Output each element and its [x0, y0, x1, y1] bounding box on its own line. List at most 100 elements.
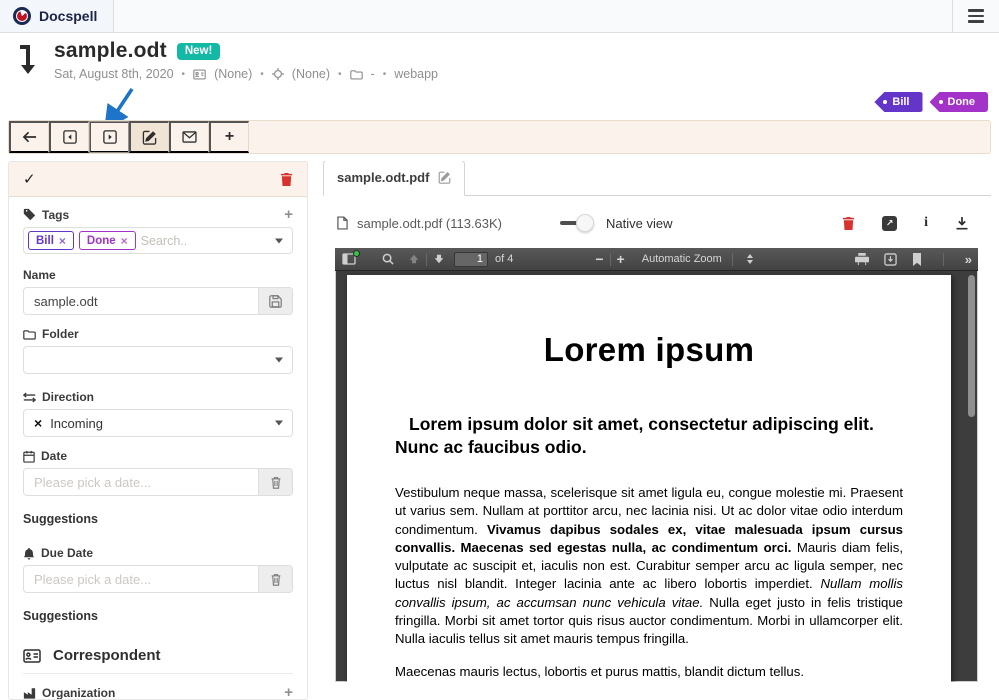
- next-item-button[interactable]: [89, 121, 129, 153]
- tag-dot-icon: [939, 100, 943, 104]
- pdf-sidebar-toggle-button[interactable]: [342, 253, 356, 265]
- pdf-page-count: of 4: [495, 253, 513, 265]
- trash-icon: [270, 573, 282, 586]
- bell-icon: [23, 547, 35, 560]
- pdf-prev-page-button[interactable]: [408, 253, 420, 265]
- attachment-tab-bar: sample.odt.pdf: [323, 161, 991, 196]
- tab-sample-odt-pdf[interactable]: sample.odt.pdf: [323, 161, 465, 196]
- edit-mode-button[interactable]: [129, 121, 169, 153]
- chevron-down-icon[interactable]: [275, 238, 283, 243]
- bars-icon: [968, 9, 984, 12]
- date-suggestions-label: Suggestions: [23, 512, 293, 526]
- rename-attachment-icon[interactable]: [438, 171, 451, 184]
- pdf-next-page-button[interactable]: [433, 253, 445, 265]
- tags-multiselect[interactable]: Bill × Done × Search..: [23, 227, 293, 254]
- tag-badge-done[interactable]: Done: [930, 92, 989, 112]
- direction-value: Incoming: [50, 416, 103, 431]
- brand[interactable]: Docspell: [0, 0, 114, 32]
- delete-attachment-button[interactable]: [842, 216, 855, 231]
- document-meta: Sat, August 8th, 2020 • (None) • (None) …: [54, 67, 438, 81]
- tag-chip-done[interactable]: Done ×: [79, 231, 136, 250]
- clear-direction-icon[interactable]: ×: [34, 415, 42, 431]
- tags-label: Tags: [42, 208, 69, 222]
- brand-name: Docspell: [39, 8, 97, 24]
- pdf-download-button[interactable]: [884, 253, 897, 266]
- prev-item-button[interactable]: [49, 121, 89, 153]
- pdf-page-input[interactable]: [454, 252, 488, 267]
- exchange-icon: [23, 392, 36, 403]
- bullet-separator: •: [260, 69, 264, 80]
- tags-icon: [23, 208, 36, 221]
- calendar-icon: [23, 450, 35, 463]
- pdf-more-tools-button[interactable]: »: [965, 252, 971, 267]
- meta-folder: -: [371, 67, 375, 81]
- item-action-toolbar: +: [8, 120, 991, 154]
- top-navbar: Docspell: [0, 0, 999, 33]
- tag-dot-icon: [883, 100, 887, 104]
- pdf-toolbar: of 4 − + Automatic Zoom: [335, 248, 978, 271]
- industry-icon: [23, 687, 36, 699]
- pdf-scrollbar-thumb[interactable]: [968, 275, 975, 417]
- confirm-check-icon[interactable]: ✓: [23, 170, 36, 188]
- add-tag-button[interactable]: +: [284, 207, 293, 222]
- pdf-search-button[interactable]: [382, 253, 394, 265]
- due-date-input[interactable]: [24, 566, 258, 592]
- name-input[interactable]: [24, 288, 258, 314]
- remove-tag-icon[interactable]: ×: [121, 234, 128, 248]
- pdf-bookmark-button[interactable]: [912, 253, 922, 266]
- menu-button[interactable]: [952, 0, 999, 32]
- add-organization-button[interactable]: +: [284, 685, 293, 700]
- native-view-label: Native view: [606, 216, 672, 231]
- delete-item-button[interactable]: [280, 172, 293, 187]
- pdf-content-area[interactable]: Lorem ipsum Lorem ipsum dolor sit amet, …: [335, 271, 978, 682]
- direction-select[interactable]: × Incoming: [23, 409, 293, 437]
- address-card-icon: [23, 649, 41, 663]
- folder-icon: [350, 69, 363, 80]
- clear-date-button[interactable]: [258, 469, 292, 495]
- open-in-new-button[interactable]: ↗: [882, 216, 897, 231]
- file-info-button[interactable]: i: [924, 215, 928, 231]
- due-date-label: Due Date: [41, 546, 93, 560]
- save-icon: [269, 295, 282, 308]
- metadata-sidebar: ✓ Tags + Bill × Done × Sear: [8, 161, 308, 700]
- file-icon: [337, 216, 348, 230]
- clear-due-date-button[interactable]: [258, 566, 292, 592]
- pdf-zoom-select[interactable]: Automatic Zoom: [638, 251, 757, 268]
- meta-correspondent: (None): [214, 67, 252, 81]
- add-files-button[interactable]: +: [209, 121, 249, 153]
- download-attachment-button[interactable]: [955, 216, 969, 230]
- item-tag-badges: Bill Done: [874, 92, 988, 112]
- folder-label: Folder: [42, 327, 79, 341]
- back-button[interactable]: [9, 121, 49, 153]
- tag-badge-bill[interactable]: Bill: [874, 92, 922, 112]
- plus-icon: +: [225, 128, 234, 146]
- info-icon: i: [924, 215, 928, 231]
- doc-paragraph-2: Maecenas mauris lectus, lobortis et puru…: [395, 663, 903, 681]
- meta-date: Sat, August 8th, 2020: [54, 67, 174, 81]
- remove-tag-icon[interactable]: ×: [59, 234, 66, 248]
- crosshairs-icon: [272, 68, 284, 80]
- folder-select[interactable]: [23, 346, 293, 374]
- tag-chip-bill[interactable]: Bill ×: [28, 231, 74, 250]
- external-link-icon: ↗: [882, 216, 897, 231]
- bullet-separator: •: [383, 69, 387, 80]
- docspell-app: Docspell sample.odt New! Sat, August 8th…: [0, 0, 999, 700]
- pdf-zoom-out-button[interactable]: −: [595, 251, 603, 267]
- organization-label: Organization: [42, 686, 115, 700]
- docspell-logo-icon: [13, 7, 31, 25]
- due-date-suggestions-label: Suggestions: [23, 609, 293, 623]
- folder-icon: [23, 329, 36, 340]
- save-name-button[interactable]: [258, 288, 292, 314]
- direction-label: Direction: [42, 390, 94, 404]
- pdf-zoom-value: Automatic Zoom: [642, 253, 722, 265]
- date-input[interactable]: [24, 469, 258, 495]
- navbar-spacer: [114, 0, 952, 32]
- download-icon: [955, 216, 969, 230]
- send-mail-button[interactable]: [169, 121, 209, 153]
- pdf-print-button[interactable]: [855, 253, 869, 266]
- native-view-toggle[interactable]: [560, 214, 594, 232]
- pdf-zoom-in-button[interactable]: +: [617, 251, 625, 267]
- tag-search-placeholder: Search..: [141, 234, 188, 248]
- pdf-viewer: of 4 − + Automatic Zoom: [335, 248, 978, 682]
- doc-paragraph-1: Vestibulum neque massa, scelerisque sit …: [395, 484, 903, 648]
